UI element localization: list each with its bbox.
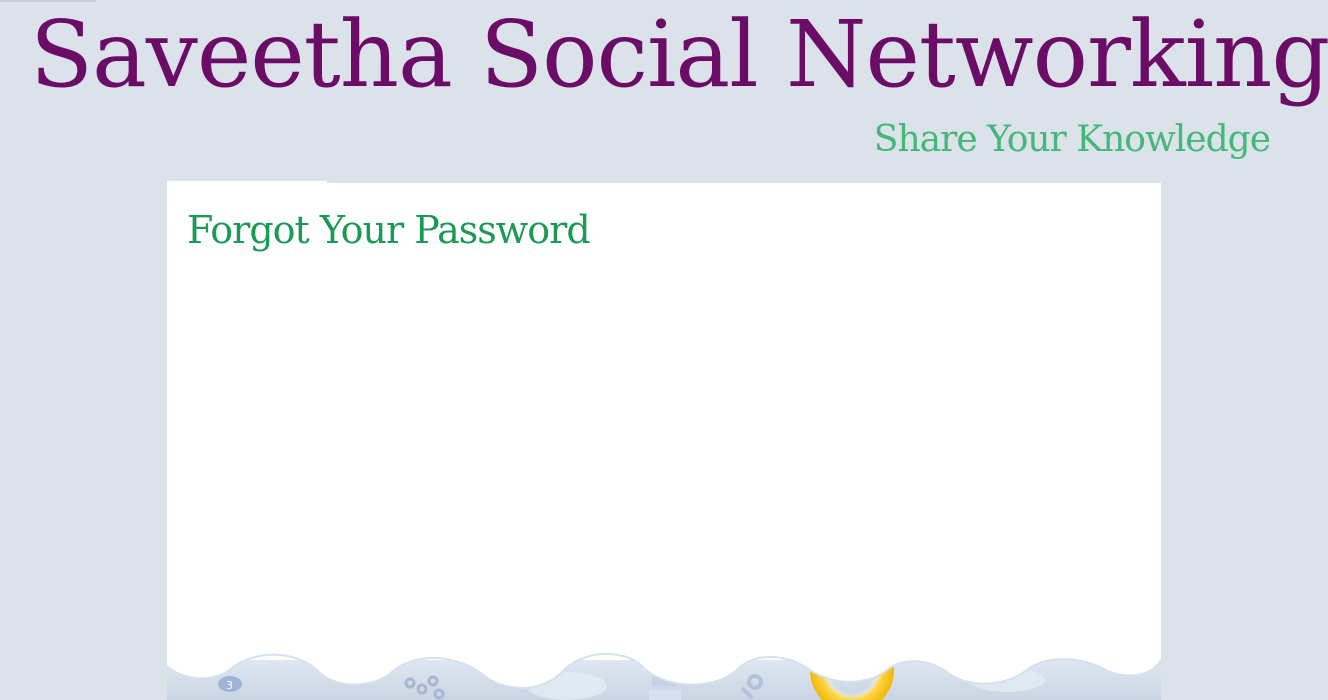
- cloud-footer-decoration: 3: [167, 610, 1161, 700]
- forgot-password-heading: Forgot Your Password: [187, 208, 591, 252]
- site-title: Saveetha Social Networking: [30, 1, 1328, 108]
- badge-icon: 3: [218, 676, 242, 692]
- site-tagline: Share Your Knowledge: [873, 119, 1271, 160]
- site-header: Saveetha Social Networking Share Your Kn…: [0, 0, 1328, 175]
- svg-text:3: 3: [226, 679, 233, 692]
- content-panel: Forgot Your Password 3: [167, 183, 1161, 700]
